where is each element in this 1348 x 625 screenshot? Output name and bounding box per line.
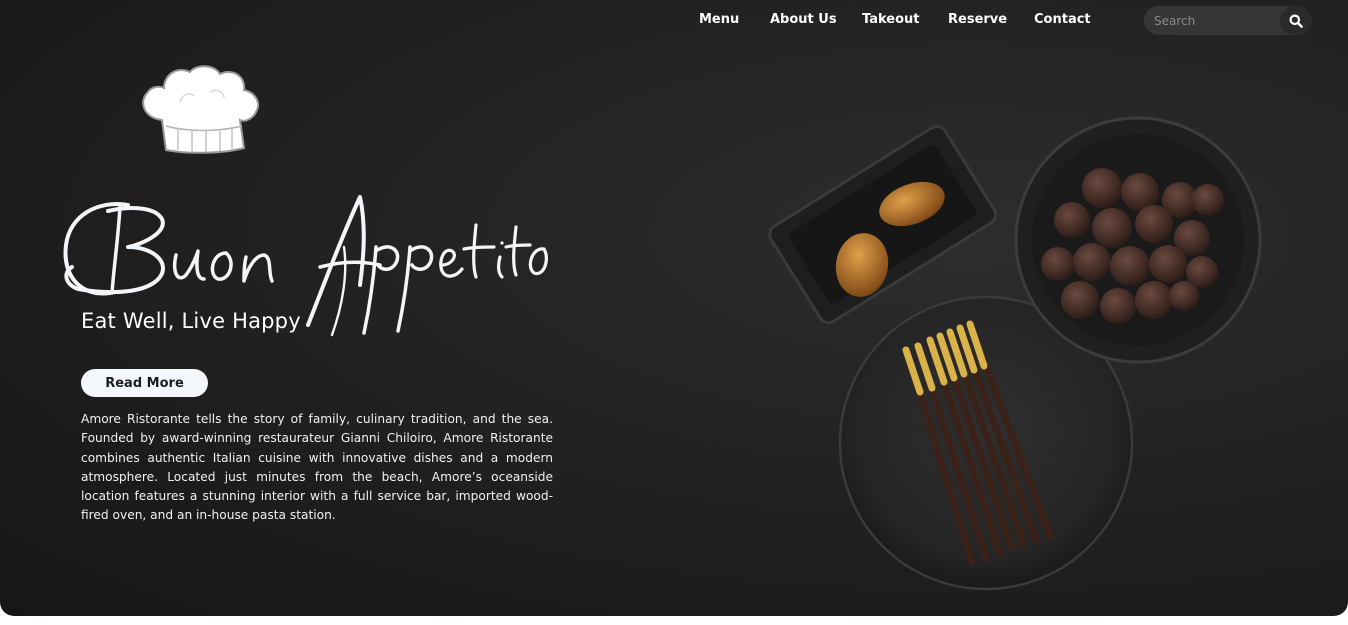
magnifier-icon: [1289, 14, 1303, 28]
search-box: [1144, 6, 1312, 35]
food-image: [768, 116, 1262, 591]
chef-hat-icon: [142, 65, 260, 154]
hero-tagline: Eat Well, Live Happy: [81, 309, 301, 333]
nav-item-menu[interactable]: Menu: [699, 12, 739, 27]
read-more-button[interactable]: Read More: [81, 369, 208, 397]
hero-section: Menu About Us Takeout Reserve Contact Se…: [0, 0, 1348, 616]
nav-item-contact[interactable]: Contact: [1034, 12, 1091, 27]
hero-description: Amore Ristorante tells the story of fami…: [81, 412, 553, 523]
rectangular-dish: [768, 124, 997, 325]
nav-item-takeout[interactable]: Takeout: [862, 12, 919, 27]
search-button[interactable]: [1280, 6, 1312, 35]
search-input[interactable]: [1144, 6, 1282, 35]
top-nav: Menu About Us Takeout Reserve Contact: [0, 0, 1348, 40]
nav-item-reserve[interactable]: Reserve: [948, 12, 1007, 27]
nav-item-about-us[interactable]: About Us: [770, 12, 837, 27]
